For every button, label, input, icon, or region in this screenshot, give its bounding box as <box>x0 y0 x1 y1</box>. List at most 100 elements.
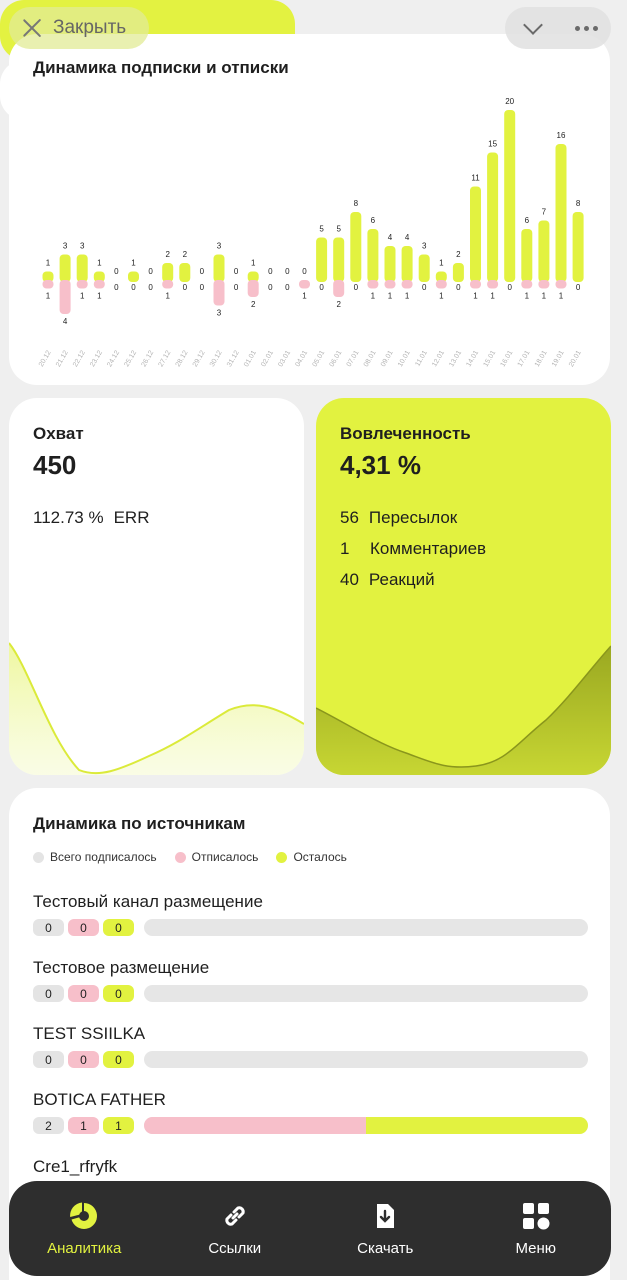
label-unsubscribed: 0 <box>234 283 239 292</box>
label-unsubscribed: 2 <box>251 300 256 309</box>
bar-subscribed <box>128 271 139 282</box>
label-unsubscribed: 1 <box>559 292 564 301</box>
x-tick-label: 26.12 <box>141 349 156 368</box>
x-tick-label: 22.12 <box>72 349 87 368</box>
x-tick-label: 19.01 <box>551 349 566 368</box>
label-unsubscribed: 0 <box>183 283 188 292</box>
nav-menu[interactable]: Меню <box>471 1200 601 1257</box>
label-subscribed: 1 <box>97 259 102 268</box>
window-controls <box>505 7 611 49</box>
label-unsubscribed: 1 <box>405 292 410 301</box>
label-subscribed: 5 <box>319 225 324 234</box>
progress-remaining <box>366 1117 588 1134</box>
x-tick-label: 15.01 <box>483 349 498 368</box>
x-tick-label: 23.12 <box>89 349 104 368</box>
x-tick-label: 18.01 <box>534 349 549 368</box>
label-unsubscribed: 1 <box>388 292 393 301</box>
source-row: Тестовый канал размещение 0 0 0 <box>33 892 588 936</box>
label-subscribed: 1 <box>131 259 136 268</box>
x-tick-label: 05.01 <box>312 349 327 368</box>
sources-legend: Всего подписалось Отписалось Осталось <box>33 850 347 864</box>
bar-subscribed <box>401 246 413 282</box>
x-tick-label: 30.12 <box>209 349 224 368</box>
label-subscribed: 5 <box>336 225 341 234</box>
progress-unsubscribed <box>144 1117 366 1134</box>
source-progress-track <box>144 1117 588 1134</box>
bar-unsubscribed <box>487 280 499 289</box>
x-tick-label: 09.01 <box>380 349 395 368</box>
chevron-down-icon <box>523 15 544 35</box>
bar-subscribed <box>367 229 379 282</box>
source-row: Тестовое размещение 0 0 0 <box>33 958 588 1002</box>
label-subscribed: 0 <box>148 267 153 276</box>
bar-unsubscribed <box>435 280 447 289</box>
label-subscribed: 0 <box>114 267 119 276</box>
pill-total: 2 <box>33 1117 64 1134</box>
source-name: Тестовый канал размещение <box>33 892 263 911</box>
x-tick-label: 12.01 <box>431 349 446 368</box>
label-subscribed: 8 <box>576 199 581 208</box>
more-options-button[interactable] <box>574 25 598 31</box>
bar-subscribed <box>316 237 328 282</box>
source-name: TEST SSIILKA <box>33 1024 146 1043</box>
legend-unsubscribed: Отписалось <box>174 850 258 864</box>
collapse-button[interactable] <box>518 15 548 40</box>
label-subscribed: 8 <box>354 199 359 208</box>
bar-subscribed <box>418 254 430 282</box>
pill-total: 0 <box>33 919 64 936</box>
x-tick-label: 31.12 <box>226 349 241 368</box>
x-tick-label: 28.12 <box>175 349 190 368</box>
label-subscribed: 3 <box>422 242 427 251</box>
bar-subscribed <box>333 237 345 282</box>
label-unsubscribed: 0 <box>268 283 273 292</box>
close-icon <box>21 17 43 39</box>
label-subscribed: 20 <box>505 97 514 106</box>
bar-unsubscribed <box>538 280 550 289</box>
pill-remaining: 0 <box>103 985 134 1002</box>
nav-menu-label: Меню <box>515 1240 557 1257</box>
nav-analytics[interactable]: Аналитика <box>19 1200 149 1257</box>
label-subscribed: 2 <box>165 250 170 259</box>
x-tick-label: 16.01 <box>500 349 515 368</box>
x-tick-label: 17.01 <box>517 349 532 368</box>
bar-subscribed <box>384 246 396 282</box>
bar-subscribed <box>521 229 533 282</box>
nav-download[interactable]: Скачать <box>320 1200 450 1257</box>
bar-subscribed <box>538 220 550 282</box>
bar-unsubscribed <box>521 280 533 289</box>
x-tick-label: 25.12 <box>123 349 138 368</box>
label-subscribed: 1 <box>251 259 256 268</box>
bar-subscribed <box>76 254 88 282</box>
label-subscribed: 2 <box>183 250 188 259</box>
label-subscribed: 0 <box>234 267 239 276</box>
bar-unsubscribed <box>59 280 71 314</box>
label-subscribed: 0 <box>268 267 273 276</box>
bar-unsubscribed <box>384 280 396 289</box>
menu-grid-icon <box>520 1200 552 1232</box>
x-tick-label: 11.01 <box>414 349 429 367</box>
source-progress-track <box>144 1051 588 1068</box>
source-row: Cre1_rfryfk <box>33 1157 588 1177</box>
legend-remaining: Осталось <box>276 850 347 864</box>
nav-links[interactable]: Ссылки <box>170 1200 300 1257</box>
pill-unsubscribed: 0 <box>68 985 99 1002</box>
label-unsubscribed: 1 <box>525 292 530 301</box>
close-button[interactable]: Закрыть <box>9 7 149 49</box>
bar-unsubscribed <box>76 280 88 289</box>
label-subscribed: 4 <box>405 233 410 242</box>
x-tick-label: 20.12 <box>38 349 53 368</box>
legend-total: Всего подписалось <box>33 850 157 864</box>
source-row: TEST SSIILKA 0 0 0 <box>33 1024 588 1068</box>
more-dots-icon <box>574 25 580 31</box>
x-tick-label: 06.01 <box>329 349 344 368</box>
label-subscribed: 1 <box>439 259 444 268</box>
bar-unsubscribed <box>247 280 259 297</box>
reach-card: Охват 450 112.73 % ERR <box>9 398 304 775</box>
sources-title: Динамика по источникам <box>33 814 246 833</box>
bar-unsubscribed <box>299 280 310 289</box>
bar-subscribed <box>470 186 481 282</box>
label-unsubscribed: 1 <box>302 292 307 301</box>
label-unsubscribed: 4 <box>63 317 68 326</box>
label-subscribed: 2 <box>456 250 461 259</box>
label-unsubscribed: 0 <box>456 283 461 292</box>
